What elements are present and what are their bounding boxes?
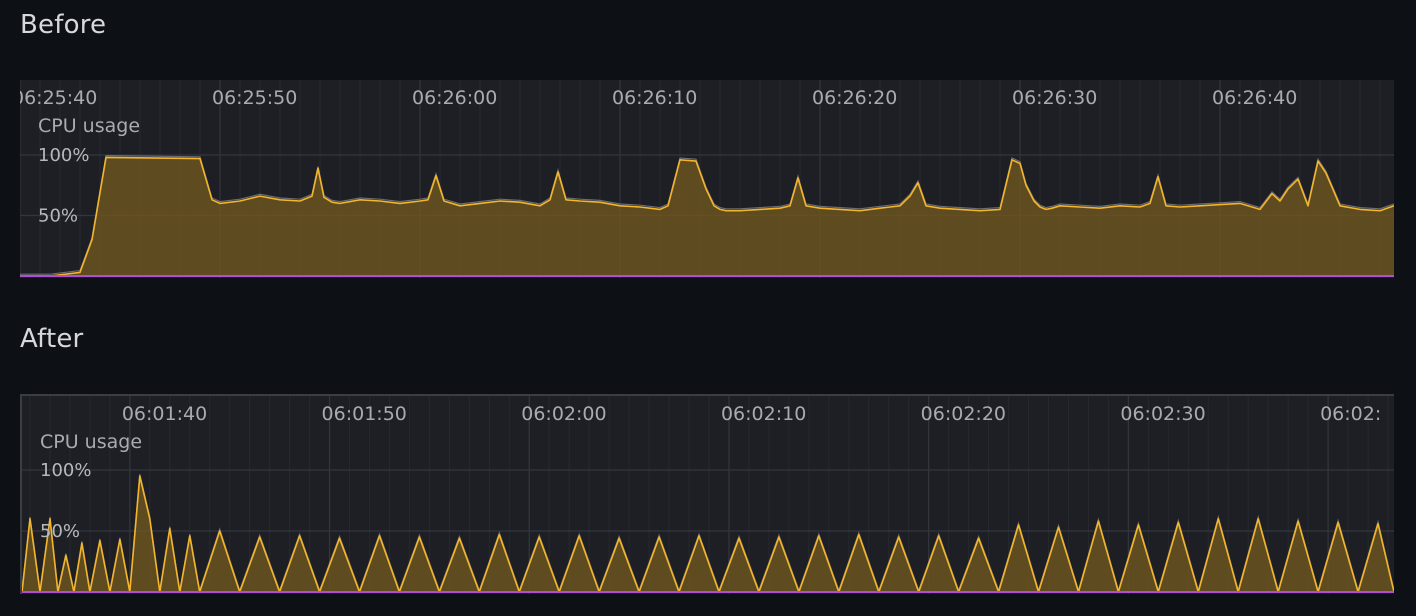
cpu-chart-before-svg: 06:25:40 06:25:50 06:26:00 06:26:10 06:26:20… [20, 80, 1394, 278]
y-axis-title: CPU usage [38, 115, 140, 137]
x-tick-label: 06:02:30 [1120, 403, 1205, 425]
section-title-before: Before [20, 10, 107, 40]
x-tick-label: 06:25:50 [212, 87, 297, 109]
x-tick-label: 06:02:20 [921, 403, 1006, 425]
y-tick-label: 50% [40, 521, 80, 542]
y-axis-title: CPU usage [40, 431, 142, 453]
cpu-area-fill [20, 157, 1394, 276]
x-tick-label: 06:25:40 [20, 87, 97, 109]
x-tick-label: 06:01:50 [322, 403, 407, 425]
y-tick-label: 100% [40, 460, 91, 481]
x-tick-label: 06:02:00 [521, 403, 606, 425]
y-tick-label: 50% [38, 206, 78, 227]
x-tick-label: 06:26:30 [1012, 87, 1097, 109]
section-title-after: After [20, 324, 84, 354]
x-tick-label: 06:02: [1320, 403, 1381, 425]
cpu-chart-after: 06:01:40 06:01:50 06:02:00 06:02:10 06:02:20… [20, 394, 1394, 594]
x-tick-label: 06:26:20 [812, 87, 897, 109]
cpu-chart-before: 06:25:40 06:25:50 06:26:00 06:26:10 06:26:20… [20, 80, 1394, 278]
x-tick-label: 06:02:10 [721, 403, 806, 425]
x-tick-label: 06:26:00 [412, 87, 497, 109]
x-tick-label: 06:26:10 [612, 87, 697, 109]
x-tick-label: 06:26:40 [1212, 87, 1297, 109]
x-tick-label: 06:01:40 [122, 403, 207, 425]
y-tick-label: 100% [38, 145, 89, 166]
cpu-chart-after-svg: 06:01:40 06:01:50 06:02:00 06:02:10 06:02:20… [22, 396, 1394, 594]
